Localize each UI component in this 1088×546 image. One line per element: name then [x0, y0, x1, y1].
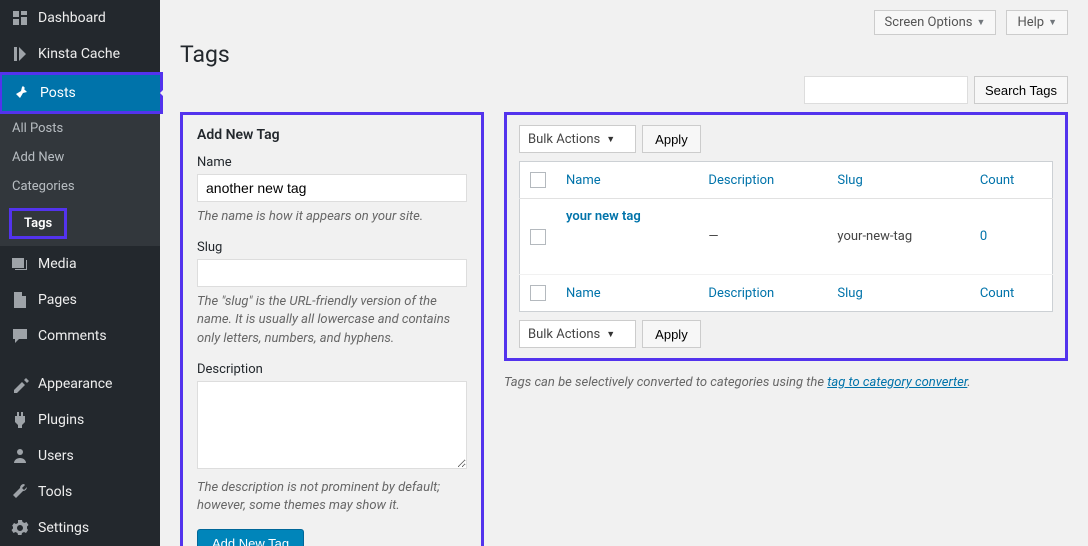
- page-title: Tags: [180, 41, 1068, 68]
- pin-icon: [12, 83, 32, 103]
- col-slug-foot[interactable]: Slug: [827, 275, 969, 312]
- sidebar-item-users[interactable]: Users: [0, 438, 160, 474]
- sidebar-label: Posts: [40, 85, 76, 101]
- description-input[interactable]: [197, 381, 467, 469]
- description-label: Description: [197, 362, 467, 377]
- table-row: your new tag — your-new-tag 0: [520, 199, 1053, 275]
- submenu-all-posts[interactable]: All Posts: [0, 114, 160, 143]
- name-input[interactable]: [197, 174, 467, 202]
- appearance-icon: [10, 374, 30, 394]
- sidebar-label: Comments: [38, 328, 107, 344]
- screen-options-button[interactable]: Screen Options ▼: [874, 10, 997, 35]
- settings-icon: [10, 518, 30, 538]
- tags-table: Name Description Slug Count your new tag…: [519, 161, 1053, 312]
- col-count-foot[interactable]: Count: [970, 275, 1053, 312]
- row-checkbox[interactable]: [530, 229, 546, 245]
- search-input[interactable]: [804, 76, 968, 104]
- chevron-down-icon: ▼: [977, 17, 986, 28]
- tag-count-link[interactable]: 0: [980, 229, 987, 244]
- sidebar-label: Media: [38, 256, 77, 272]
- media-icon: [10, 254, 30, 274]
- sidebar-item-tools[interactable]: Tools: [0, 474, 160, 510]
- bulk-actions-select[interactable]: Bulk Actions: [519, 125, 636, 153]
- submenu-add-new[interactable]: Add New: [0, 143, 160, 172]
- add-tag-form: Add New Tag Name The name is how it appe…: [180, 112, 484, 546]
- sidebar-item-appearance[interactable]: Appearance: [0, 366, 160, 402]
- pages-icon: [10, 290, 30, 310]
- tag-description: —: [698, 199, 827, 275]
- tag-converter-link[interactable]: tag to category converter: [827, 375, 967, 390]
- dashboard-icon: [10, 8, 30, 28]
- users-icon: [10, 446, 30, 466]
- col-name[interactable]: Name: [556, 162, 698, 199]
- sidebar-item-plugins[interactable]: Plugins: [0, 402, 160, 438]
- sidebar-item-dashboard[interactable]: Dashboard: [0, 0, 160, 36]
- sidebar-item-comments[interactable]: Comments: [0, 318, 160, 354]
- slug-label: Slug: [197, 240, 467, 255]
- col-slug[interactable]: Slug: [827, 162, 969, 199]
- plugins-icon: [10, 410, 30, 430]
- tags-list-panel: Bulk Actions Apply Name Description Slug…: [504, 112, 1068, 361]
- submenu-tags[interactable]: Tags: [0, 201, 160, 246]
- sidebar-item-posts[interactable]: Posts: [2, 75, 160, 111]
- add-tag-button[interactable]: Add New Tag: [197, 529, 304, 546]
- kinsta-icon: [10, 44, 30, 64]
- posts-submenu: All Posts Add New Categories Tags: [0, 114, 160, 246]
- help-button[interactable]: Help ▼: [1006, 10, 1068, 35]
- col-name-foot[interactable]: Name: [556, 275, 698, 312]
- admin-sidebar: Dashboard Kinsta Cache Posts All Posts A…: [0, 0, 160, 546]
- sidebar-item-settings[interactable]: Settings: [0, 510, 160, 546]
- tag-name-link[interactable]: your new tag: [566, 209, 641, 264]
- name-label: Name: [197, 155, 467, 170]
- col-description[interactable]: Description: [698, 162, 827, 199]
- sidebar-label: Kinsta Cache: [38, 46, 120, 62]
- sidebar-label: Tools: [38, 484, 72, 500]
- select-all-checkbox[interactable]: [530, 172, 546, 188]
- comments-icon: [10, 326, 30, 346]
- sidebar-item-media[interactable]: Media: [0, 246, 160, 282]
- apply-button[interactable]: Apply: [642, 125, 701, 153]
- sidebar-label: Pages: [38, 292, 77, 308]
- tag-slug: your-new-tag: [827, 199, 969, 275]
- sidebar-label: Appearance: [38, 376, 112, 392]
- convert-note: Tags can be selectively converted to cat…: [504, 375, 1068, 390]
- col-description-foot[interactable]: Description: [698, 275, 827, 312]
- sidebar-label: Users: [38, 448, 74, 464]
- chevron-down-icon: ▼: [1048, 17, 1057, 28]
- sidebar-label: Plugins: [38, 412, 84, 428]
- tools-icon: [10, 482, 30, 502]
- search-button[interactable]: Search Tags: [974, 76, 1068, 104]
- select-all-checkbox-bottom[interactable]: [530, 285, 546, 301]
- sidebar-item-kinsta[interactable]: Kinsta Cache: [0, 36, 160, 72]
- name-help: The name is how it appears on your site.: [197, 208, 467, 226]
- bulk-actions-select-bottom[interactable]: Bulk Actions: [519, 320, 636, 348]
- slug-input[interactable]: [197, 259, 467, 287]
- form-heading: Add New Tag: [197, 127, 467, 143]
- main-content: Screen Options ▼ Help ▼ Tags Search Tags…: [160, 0, 1088, 546]
- sidebar-item-pages[interactable]: Pages: [0, 282, 160, 318]
- slug-help: The "slug" is the URL-friendly version o…: [197, 293, 467, 348]
- col-count[interactable]: Count: [970, 162, 1053, 199]
- sidebar-label: Settings: [38, 520, 89, 536]
- apply-button-bottom[interactable]: Apply: [642, 320, 701, 348]
- sidebar-label: Dashboard: [38, 10, 106, 26]
- submenu-categories[interactable]: Categories: [0, 172, 160, 201]
- description-help: The description is not prominent by defa…: [197, 479, 467, 515]
